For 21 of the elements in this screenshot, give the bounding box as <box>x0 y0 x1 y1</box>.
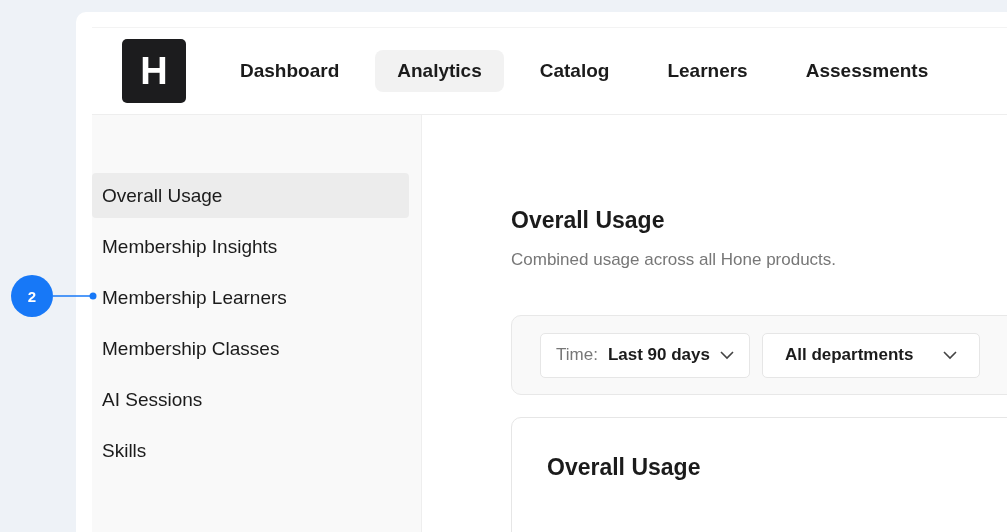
chevron-down-icon <box>719 350 734 360</box>
nav-tab[interactable]: Dashboard <box>218 50 362 92</box>
sidebar-item[interactable]: Membership Insights <box>92 224 409 269</box>
filter-dropdown[interactable]: Time: Last 90 days <box>540 332 750 378</box>
filter-dropdown[interactable]: All departments <box>761 332 981 378</box>
nav-tab[interactable]: Learners <box>645 50 770 92</box>
nav-tab[interactable]: Assessments <box>783 50 951 92</box>
nav-tab[interactable]: Analytics <box>375 50 504 92</box>
page-title: Overall Usage <box>511 207 666 234</box>
logo: H <box>122 39 186 103</box>
step-badge: 2 <box>11 275 53 317</box>
card-title: Overall Usage <box>547 454 702 481</box>
sidebar-item[interactable]: Skills <box>92 428 409 473</box>
page-subtitle: Combined usage across all Hone products. <box>511 250 838 270</box>
sidebar-item[interactable]: AI Sessions <box>92 377 409 422</box>
leader-line <box>53 290 99 302</box>
sidebar-item[interactable]: Membership Classes <box>92 326 409 371</box>
sidebar-item[interactable]: Overall Usage <box>92 173 409 218</box>
sidebar-item[interactable]: Membership Learners <box>92 275 409 320</box>
chevron-down-icon <box>943 350 958 360</box>
nav-tab[interactable]: Catalog <box>517 50 632 92</box>
